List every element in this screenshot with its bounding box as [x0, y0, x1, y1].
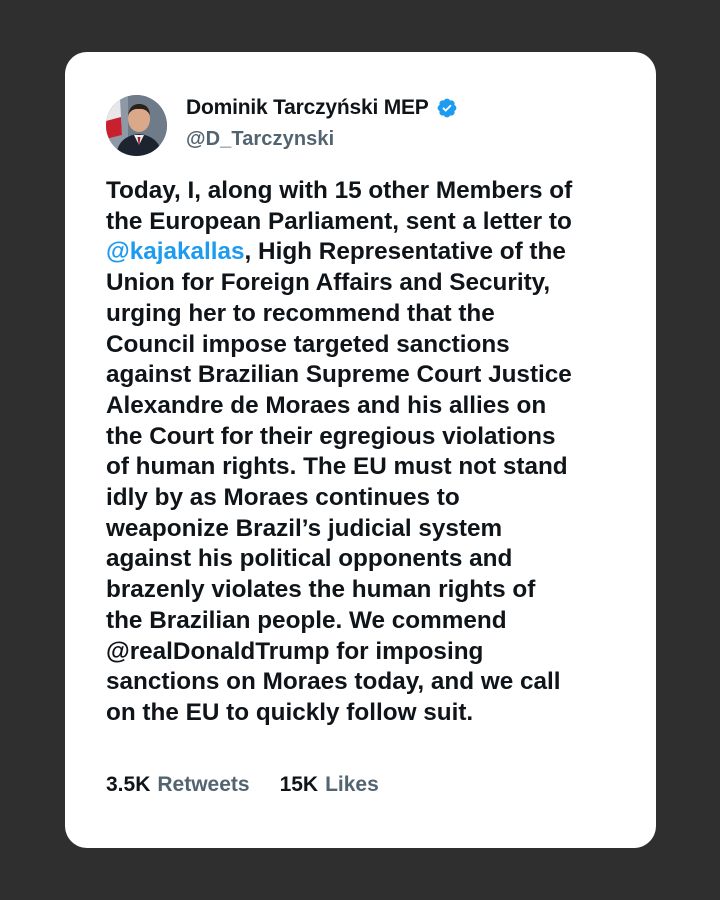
- likes-stat[interactable]: 15K Likes: [280, 773, 379, 797]
- tweet-line: brazenly violates the human rights of: [106, 575, 626, 606]
- tweet-text-segment: brazenly violates the human rights of: [106, 576, 536, 604]
- profile-photo: [106, 95, 167, 156]
- tweet-text-segment: urging her to recommend that the: [106, 299, 495, 327]
- tweet-line: @kajakallas, High Representative of the: [106, 237, 626, 268]
- tweet-text-segment: Today, I, along with 15 other Members of: [106, 177, 573, 204]
- tweet-line: urging her to recommend that the: [106, 299, 626, 330]
- likes-count: 15K: [279, 773, 319, 796]
- tweet-line: against his political opponents and: [106, 544, 626, 575]
- tweet-line: of human rights. The EU must not stand: [106, 452, 626, 483]
- tweet-text-segment: the Brazilian people. We commend: [106, 606, 507, 634]
- tweet-card: Dominik Tarczyński MEP @D_Tarczynski Tod…: [65, 52, 656, 848]
- tweet-line: the Court for their egregious violations: [106, 422, 626, 453]
- tweet-text-segment: sanctions on Moraes today, and we call: [106, 668, 561, 696]
- tweet-line: the Brazilian people. We commend: [106, 606, 626, 637]
- tweet-text-segment: , High Representative of the: [244, 238, 566, 266]
- tweet-text: Today, I, along with 15 other Members of…: [106, 176, 626, 729]
- retweets-label: Retweets: [157, 773, 250, 796]
- tweet-stats: 3.5K Retweets 15K Likes: [106, 773, 379, 797]
- tweet-text-segment: idly by as Moraes continues to: [106, 484, 460, 512]
- tweet-text-segment: against Brazilian Supreme Court Justice: [106, 361, 572, 389]
- tweet-line: on the EU to quickly follow suit.: [106, 698, 626, 729]
- retweets-count: 3.5K: [106, 773, 151, 796]
- tweet-text-segment: on the EU to quickly follow suit.: [106, 698, 474, 726]
- retweets-stat[interactable]: 3.5K Retweets: [106, 773, 250, 797]
- tweet-text-segment: against his political opponents and: [106, 545, 513, 573]
- tweet-text-segment: weaponize Brazil’s judicial system: [106, 514, 503, 542]
- tweet-text-segment: Council impose targeted sanctions: [106, 330, 510, 358]
- tweet-line: Council impose targeted sanctions: [106, 330, 626, 361]
- tweet-line: sanctions on Moraes today, and we call: [106, 667, 626, 698]
- tweet-line: Alexandre de Moraes and his allies on: [106, 391, 626, 422]
- author-name-row[interactable]: Dominik Tarczyński MEP: [186, 96, 458, 120]
- tweet-line: @realDonaldTrump for imposing: [106, 637, 626, 668]
- tweet-line: Union for Foreign Affairs and Security,: [106, 268, 626, 299]
- verified-badge-icon: [436, 97, 458, 119]
- tweet-line: weaponize Brazil’s judicial system: [106, 514, 626, 545]
- tweet-text-segment: the European Parliament, sent a letter t…: [106, 207, 572, 235]
- likes-label: Likes: [325, 773, 379, 796]
- tweet-text-segment: of human rights. The EU must not stand: [106, 453, 568, 481]
- tweet-line: Today, I, along with 15 other Members of: [106, 176, 626, 207]
- tweet-text-segment: @realDonaldTrump for imposing: [106, 637, 484, 665]
- tweet-line: idly by as Moraes continues to: [106, 483, 626, 514]
- author-display-name[interactable]: Dominik Tarczyński MEP: [186, 96, 429, 120]
- tweet-text-segment: Union for Foreign Affairs and Security,: [106, 269, 551, 297]
- avatar[interactable]: [106, 95, 167, 156]
- tweet-line: the European Parliament, sent a letter t…: [106, 207, 626, 238]
- author-handle[interactable]: @D_Tarczynski: [186, 128, 334, 151]
- tweet-text-segment: the Court for their egregious violations: [106, 422, 556, 450]
- tweet-line: against Brazilian Supreme Court Justice: [106, 360, 626, 391]
- mention-link[interactable]: @kajakallas: [106, 238, 245, 265]
- tweet-text-segment: Alexandre de Moraes and his allies on: [106, 391, 547, 419]
